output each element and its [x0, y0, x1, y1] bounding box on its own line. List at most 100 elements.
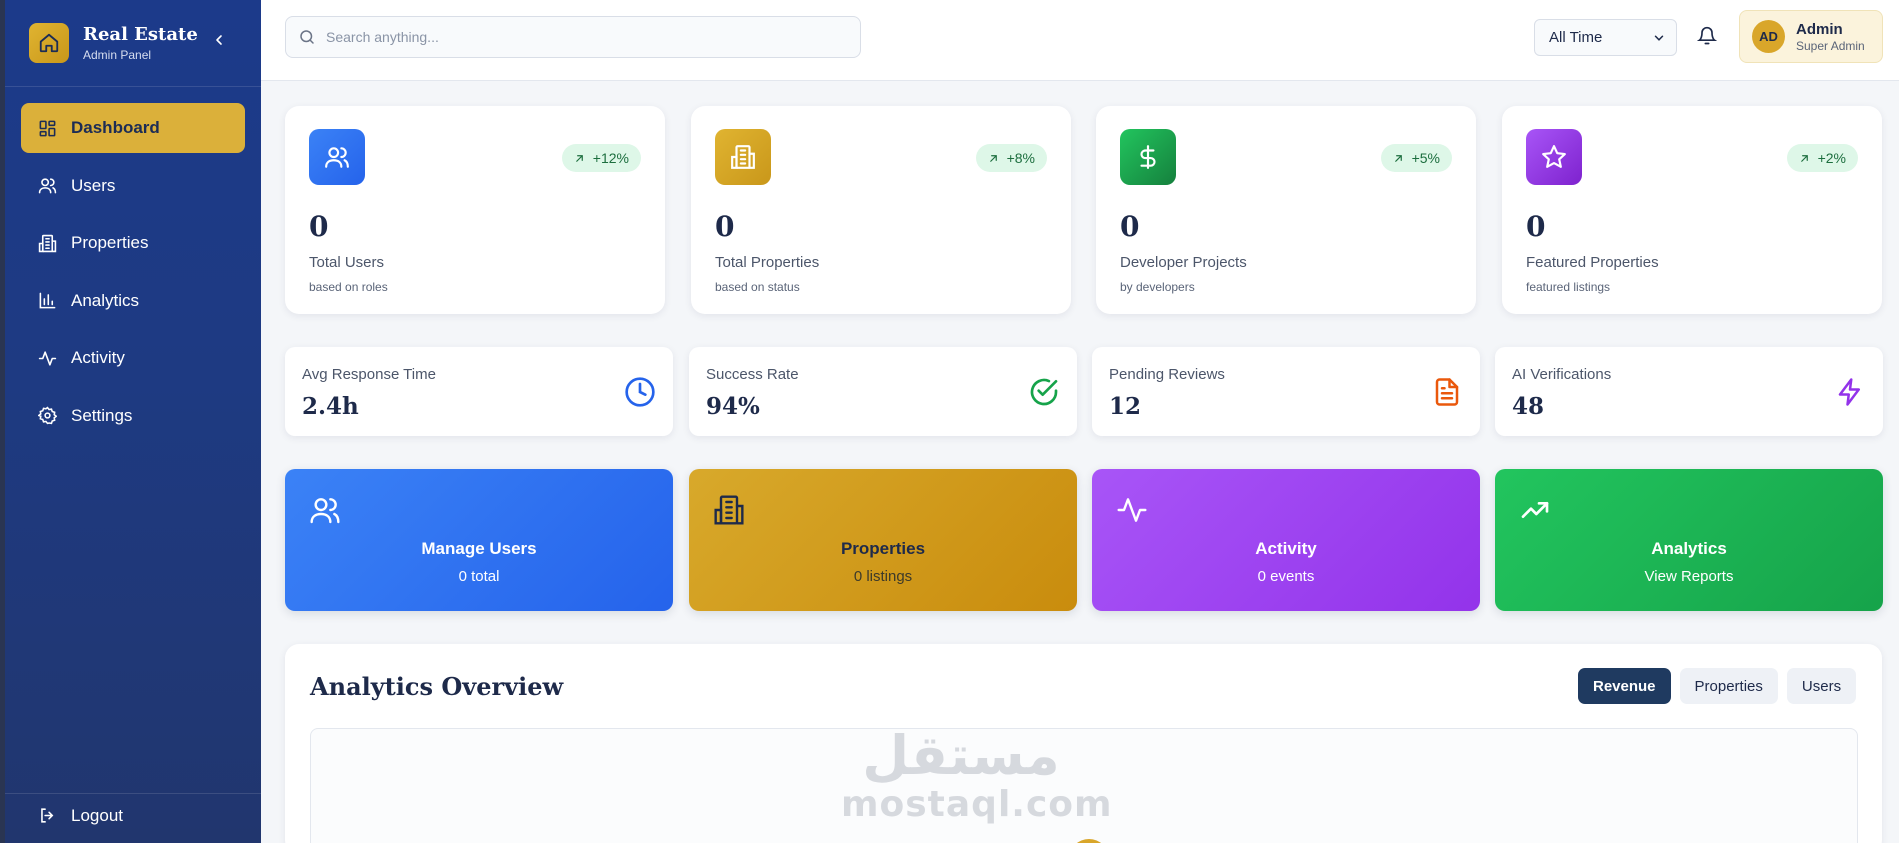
properties-card[interactable]: Properties 0 listings	[689, 469, 1077, 611]
bar-chart-icon	[37, 291, 57, 311]
users-icon	[309, 494, 343, 528]
metric-card-ai-verifications: AI Verifications 48	[1495, 347, 1883, 436]
star-icon	[1526, 129, 1582, 185]
user-profile-menu[interactable]: AD Admin Super Admin	[1739, 10, 1883, 63]
metric-label: Avg Response Time	[302, 366, 436, 383]
analytics-overview-panel: Analytics Overview Revenue Properties Us…	[285, 644, 1882, 843]
sidebar-item-properties[interactable]: Properties	[21, 218, 245, 268]
sidebar-item-label: Analytics	[71, 290, 140, 310]
sidebar-item-settings[interactable]: Settings	[21, 391, 245, 441]
manage-users-card[interactable]: Manage Users 0 total	[285, 469, 673, 611]
search-bar	[285, 16, 861, 58]
sidebar-item-activity[interactable]: Activity	[21, 333, 245, 383]
stat-sublabel: by developers	[1120, 280, 1195, 294]
stat-label: Total Users	[309, 254, 385, 271]
brand-subtitle: Admin Panel	[83, 48, 152, 62]
stat-value: 0	[715, 210, 735, 243]
stat-card-total-properties: +8% 0 Total Properties based on status	[691, 106, 1071, 314]
chevron-down-icon	[1654, 34, 1664, 41]
trend-badge: +8%	[975, 144, 1047, 172]
trend-value: +8%	[1006, 150, 1035, 166]
sidebar-item-label: Settings	[71, 405, 133, 425]
logout-label: Logout	[71, 805, 123, 825]
tab-properties[interactable]: Properties	[1679, 668, 1778, 704]
action-subtitle: View Reports	[1644, 568, 1734, 585]
user-role: Super Admin	[1796, 38, 1865, 53]
search-icon	[300, 30, 314, 44]
loading-spinner	[1069, 839, 1109, 843]
metric-label: AI Verifications	[1512, 366, 1612, 383]
stat-sublabel: featured listings	[1526, 280, 1611, 294]
trend-value: +5%	[1411, 150, 1440, 166]
sidebar-nav: Dashboard Users Properties Analytics Act…	[5, 87, 261, 464]
trending-up-icon	[1519, 494, 1553, 528]
chevron-left-icon	[216, 35, 222, 45]
top-header: All Time AD Admin Super Admin	[261, 0, 1899, 81]
metric-card-avg-response-time: Avg Response Time 2.4h	[285, 347, 673, 436]
check-circle-icon	[1027, 375, 1061, 409]
tab-revenue[interactable]: Revenue	[1578, 668, 1671, 704]
stat-card-total-users: +12% 0 Total Users based on roles	[285, 106, 665, 314]
action-subtitle: 0 total	[458, 568, 500, 585]
stat-sublabel: based on status	[715, 280, 800, 294]
activity-icon	[1116, 494, 1150, 528]
time-filter-value: All Time	[1549, 29, 1603, 46]
chart-area: مستقل mostaql.com	[310, 728, 1858, 843]
stat-label: Developer Projects	[1120, 254, 1247, 271]
trend-badge: +12%	[561, 144, 641, 172]
sidebar-item-label: Properties	[71, 233, 149, 252]
clock-icon	[623, 375, 657, 409]
metric-value: 94%	[706, 393, 760, 420]
trend-value: +12%	[592, 150, 629, 166]
watermark-latin: mostaql.com	[841, 784, 1113, 825]
sidebar-item-analytics[interactable]: Analytics	[21, 276, 245, 326]
building-icon	[715, 129, 771, 185]
stat-value: 0	[309, 210, 329, 243]
metric-card-pending-reviews: Pending Reviews 12	[1092, 347, 1480, 436]
action-subtitle: 0 listings	[853, 568, 913, 585]
metric-value: 2.4h	[302, 393, 359, 420]
lightning-icon	[1833, 375, 1867, 409]
metric-card-success-rate: Success Rate 94%	[689, 347, 1077, 436]
metric-label: Pending Reviews	[1109, 366, 1225, 383]
sidebar-item-label: Users	[71, 175, 116, 195]
trend-badge: +5%	[1380, 144, 1452, 172]
user-name: Admin	[1796, 20, 1843, 38]
time-filter-select[interactable]: All Time	[1534, 19, 1677, 56]
grid-icon	[37, 118, 57, 138]
gear-icon	[37, 406, 57, 426]
stat-sublabel: based on roles	[309, 280, 388, 294]
activity-icon	[37, 348, 57, 368]
logout-button[interactable]: Logout	[5, 793, 261, 843]
search-input[interactable]	[326, 29, 826, 45]
watermark-arabic: مستقل	[862, 728, 1060, 787]
arrow-up-right-icon	[989, 154, 997, 162]
sidebar-item-users[interactable]: Users	[21, 161, 245, 211]
analytics-card[interactable]: Analytics View Reports	[1495, 469, 1883, 611]
tab-users[interactable]: Users	[1786, 668, 1857, 704]
activity-card[interactable]: Activity 0 events	[1092, 469, 1480, 611]
trend-badge: +2%	[1786, 144, 1858, 172]
chart-tabs: Revenue Properties Users	[1578, 668, 1857, 704]
action-title: Analytics	[1651, 539, 1727, 558]
notifications-button[interactable]	[1696, 26, 1719, 48]
collapse-sidebar-button[interactable]	[209, 30, 229, 50]
metric-value: 48	[1512, 393, 1545, 420]
action-title: Activity	[1255, 539, 1317, 558]
logout-icon	[37, 806, 57, 826]
section-title: Analytics Overview	[310, 672, 564, 701]
bell-icon	[1696, 26, 1718, 45]
avatar: AD	[1752, 20, 1785, 53]
action-title: Manage Users	[421, 539, 537, 558]
trend-value: +2%	[1817, 150, 1846, 166]
sidebar-item-dashboard[interactable]: Dashboard	[21, 103, 245, 153]
users-icon	[37, 176, 57, 196]
arrow-up-right-icon	[1800, 154, 1808, 162]
stat-label: Total Properties	[715, 254, 820, 271]
stat-label: Featured Properties	[1526, 254, 1659, 271]
users-icon	[309, 129, 365, 185]
action-title: Properties	[840, 539, 926, 558]
brand-header: Real Estate Admin Panel	[5, 0, 261, 87]
sidebar: Real Estate Admin Panel Dashboard Users …	[0, 0, 261, 843]
document-icon	[1430, 375, 1464, 409]
